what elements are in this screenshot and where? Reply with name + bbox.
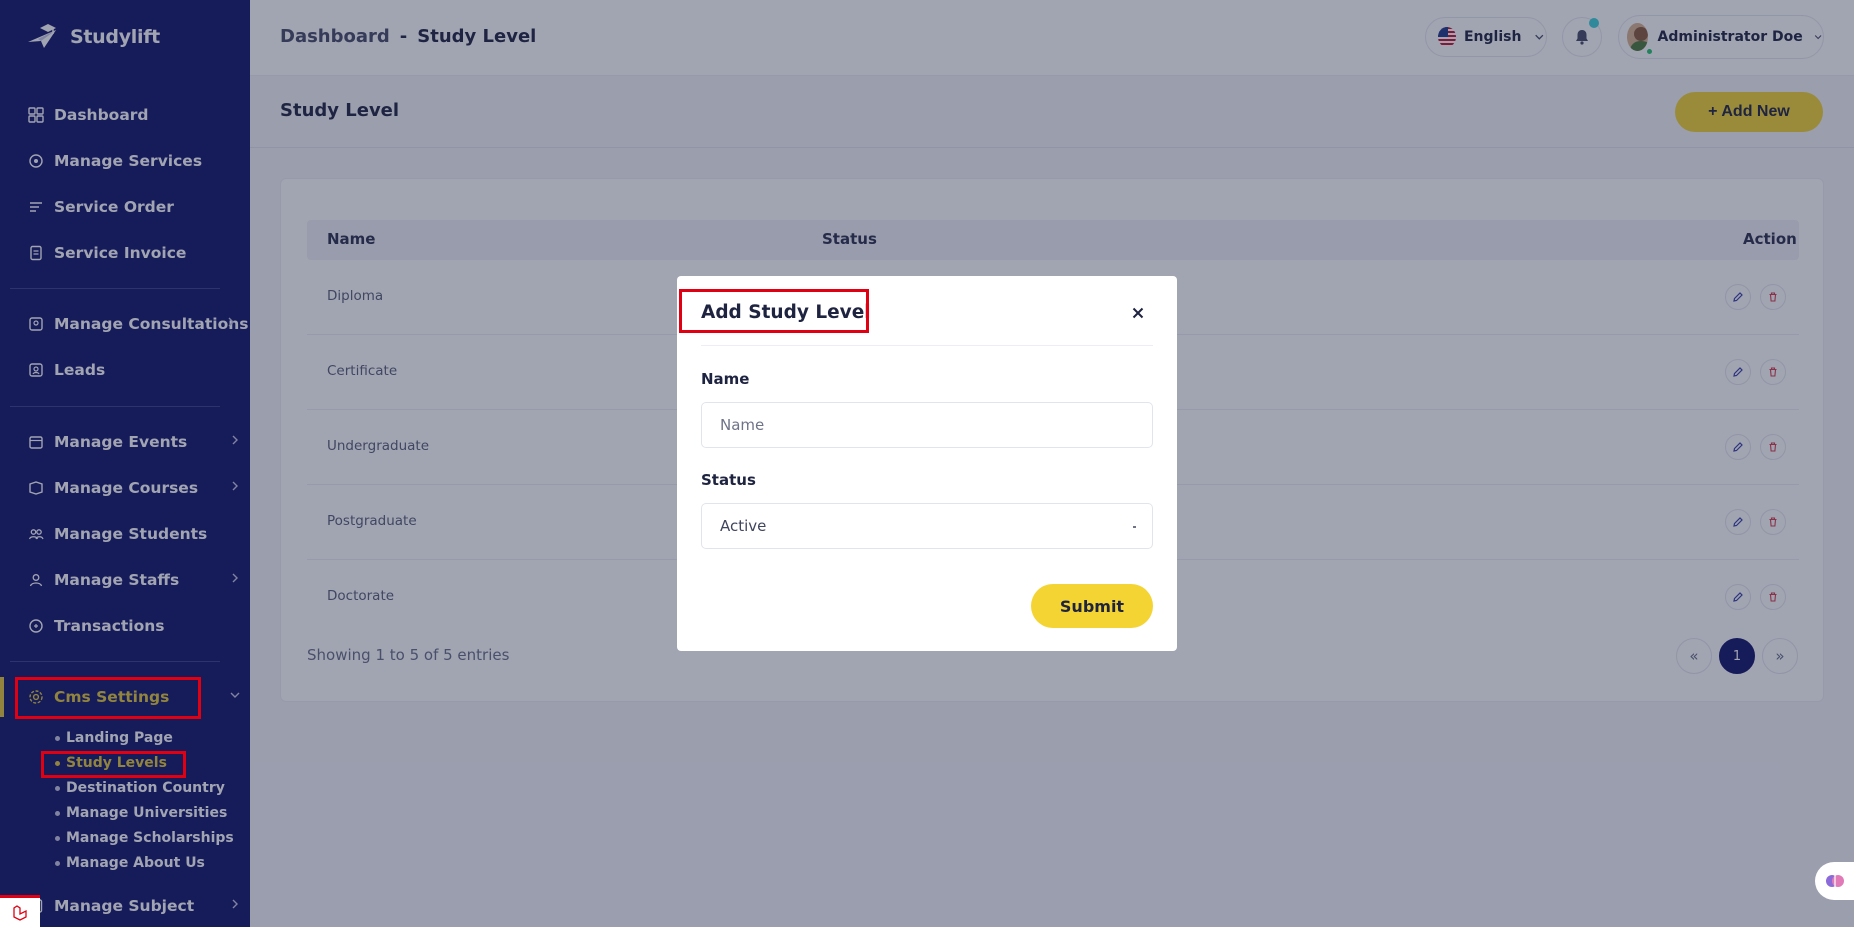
status-select[interactable]: Active xyxy=(701,503,1153,549)
modal-title: Add Study Level xyxy=(701,302,871,323)
select-caret-icon xyxy=(1133,526,1136,528)
submit-button[interactable]: Submit xyxy=(1031,584,1153,628)
status-label: Status xyxy=(701,471,756,489)
modal-divider xyxy=(701,345,1153,346)
laravel-icon xyxy=(13,904,27,921)
add-study-level-modal: Add Study Level Name Status Active Submi… xyxy=(677,276,1177,651)
name-field[interactable] xyxy=(701,402,1153,448)
name-input[interactable] xyxy=(720,416,1152,434)
assistant-fab[interactable] xyxy=(1815,862,1854,900)
brain-icon xyxy=(1825,875,1844,887)
debug-bar-toggle[interactable] xyxy=(0,895,40,927)
name-label: Name xyxy=(701,370,750,388)
status-selected-value: Active xyxy=(720,517,767,535)
close-icon[interactable] xyxy=(1130,305,1146,321)
